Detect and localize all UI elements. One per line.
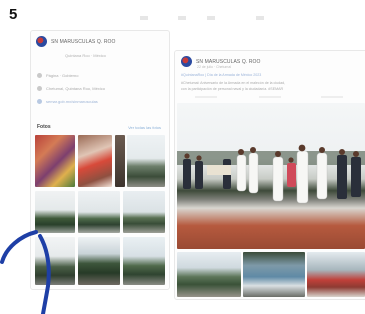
post-text-line: con la participación de personal naval y…	[181, 87, 284, 91]
website-link[interactable]: semar.gob.mx/sinmarusculas	[46, 99, 98, 104]
profile-subtitle: Quintana Roo · México	[65, 53, 106, 58]
post-photo-thumbnail[interactable]	[177, 252, 241, 297]
info-row-location: Chetumal, Quintana Roo, México	[37, 86, 105, 91]
post-text-line: #Chetumal: Aniversario de la Armada en e…	[181, 81, 286, 85]
info-text: Chetumal, Quintana Roo, México	[46, 86, 105, 91]
post-text-line: #QuintanaRoo | Día de la Armada de Méxic…	[181, 73, 262, 77]
photo-thumbnail[interactable]	[123, 191, 165, 233]
see-all-photos-link[interactable]: Ver todas las fotos	[128, 125, 161, 130]
avatar[interactable]	[36, 36, 47, 47]
header-mark	[140, 16, 148, 20]
info-text: Página · Gobierno	[46, 73, 79, 78]
ceremony-figures	[177, 144, 365, 204]
photo-thumbnail[interactable]	[78, 191, 120, 233]
post-photo-thumbnail[interactable]	[243, 252, 305, 297]
post-author[interactable]: SN MARUSCULAS Q. ROO	[196, 59, 261, 65]
photo-thumbnail[interactable]	[123, 237, 165, 285]
post-card: SN MARUSCULAS Q. ROO 22 de julio · Chetu…	[174, 50, 365, 300]
info-row-category: Página · Gobierno	[37, 73, 78, 78]
header-mark	[178, 16, 186, 20]
tag-icon	[37, 73, 42, 78]
photo-thumbnail[interactable]	[78, 237, 120, 285]
photo-thumbnail[interactable]	[35, 191, 75, 233]
photo-thumbnail[interactable]	[127, 135, 165, 187]
header-mark	[256, 16, 264, 20]
reaction-bar	[321, 96, 343, 98]
reaction-bar	[195, 96, 217, 98]
info-row-website[interactable]: semar.gob.mx/sinmarusculas	[37, 99, 98, 104]
reaction-bar	[259, 96, 281, 98]
profile-name[interactable]: SN MARUSCULAS Q. ROO	[51, 39, 116, 45]
header-mark	[207, 16, 215, 20]
post-meta: 22 de julio · Chetumal	[197, 65, 232, 69]
profile-header[interactable]: SN MARUSCULAS Q. ROO	[36, 36, 116, 47]
location-icon	[37, 86, 42, 91]
post-photo-thumbnail[interactable]	[307, 252, 365, 297]
page-number: 5	[9, 6, 18, 23]
photo-thumbnail[interactable]	[35, 135, 75, 187]
globe-icon	[37, 99, 42, 104]
photos-label: Fotos	[37, 124, 51, 130]
photo-thumbnail[interactable]	[78, 135, 112, 187]
photo-thumbnail[interactable]	[115, 135, 125, 187]
main-post-photo[interactable]	[177, 103, 365, 249]
pen-annotation	[0, 230, 51, 314]
avatar[interactable]	[181, 56, 192, 67]
